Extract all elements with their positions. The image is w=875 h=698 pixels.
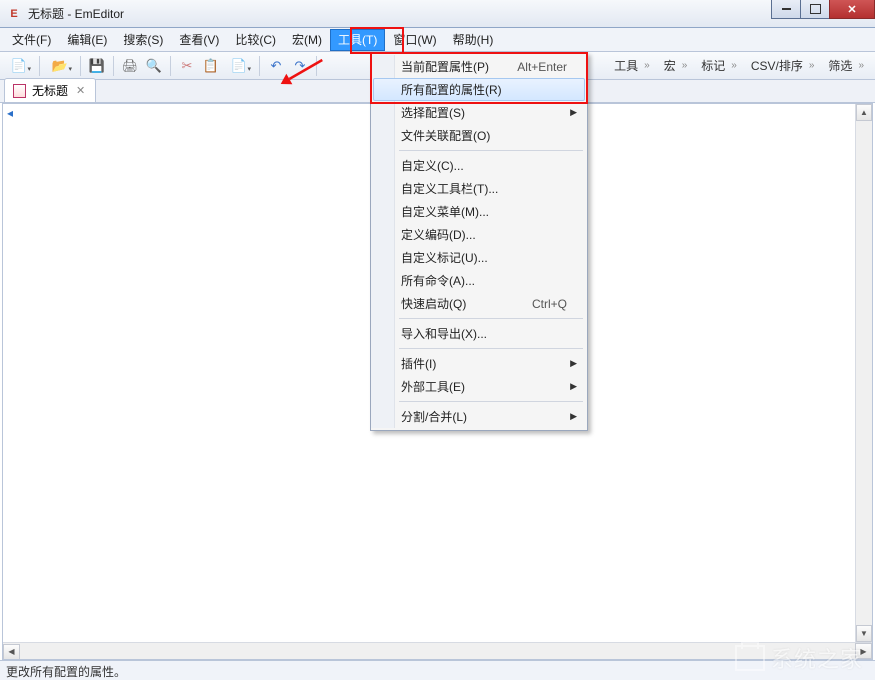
menu-item[interactable]: 文件关联配置(O) xyxy=(373,124,585,147)
menu-compare[interactable]: 比较(C) xyxy=(227,29,284,51)
menu-help[interactable]: 帮助(H) xyxy=(445,29,502,51)
close-button[interactable] xyxy=(829,0,875,19)
menu-macro[interactable]: 宏(M) xyxy=(284,29,330,51)
menu-item-shortcut: Ctrl+Q xyxy=(532,297,567,311)
menu-item-label: 选择配置(S) xyxy=(401,104,465,121)
print-preview-button[interactable]: 🔍 xyxy=(143,55,165,77)
menu-item[interactable]: 自定义工具栏(T)... xyxy=(373,177,585,200)
minimize-button[interactable] xyxy=(771,0,801,19)
menu-item[interactable]: 当前配置属性(P) Alt+Enter xyxy=(373,55,585,78)
toolbar-tools-label[interactable]: 工具 xyxy=(607,54,657,77)
menu-separator xyxy=(399,401,583,402)
menu-bar: 文件(F) 编辑(E) 搜索(S) 查看(V) 比较(C) 宏(M) 工具(T)… xyxy=(0,28,875,52)
menu-separator xyxy=(399,318,583,319)
menu-item[interactable]: 选择配置(S) ▶ xyxy=(373,101,585,124)
copy-button[interactable]: 📋 xyxy=(200,55,222,77)
window-controls xyxy=(772,0,875,19)
menu-item-label: 自定义工具栏(T)... xyxy=(401,180,498,197)
toolbar-separator xyxy=(316,56,317,76)
maximize-button[interactable] xyxy=(800,0,830,19)
watermark-text: 系统之家 xyxy=(771,642,863,674)
scroll-up-button[interactable]: ▲ xyxy=(856,104,872,121)
toolbar-right: 工具 宏 标记 CSV/排序 筛选 xyxy=(607,54,871,77)
menu-item-label: 所有配置的属性(R) xyxy=(401,81,502,98)
menu-item[interactable]: 自定义菜单(M)... xyxy=(373,200,585,223)
menu-item-label: 自定义菜单(M)... xyxy=(401,203,489,220)
document-icon xyxy=(13,84,26,98)
menu-item[interactable]: 导入和导出(X)... xyxy=(373,322,585,345)
menu-item-label: 当前配置属性(P) xyxy=(401,58,489,75)
toolbar-separator xyxy=(80,56,81,76)
submenu-arrow-icon: ▶ xyxy=(570,411,577,422)
app-icon: E xyxy=(6,6,22,22)
menu-item[interactable]: 外部工具(E) ▶ xyxy=(373,375,585,398)
vertical-scrollbar[interactable]: ▲ ▼ xyxy=(855,104,872,642)
tab-label: 无标题 xyxy=(32,82,68,99)
submenu-arrow-icon: ▶ xyxy=(570,381,577,392)
window-title: 无标题 - EmEditor xyxy=(28,5,124,22)
toolbar-separator xyxy=(39,56,40,76)
menu-item-label: 导入和导出(X)... xyxy=(401,325,487,342)
menu-file[interactable]: 文件(F) xyxy=(4,29,59,51)
menu-item[interactable]: 自定义(C)... xyxy=(373,154,585,177)
menu-item-shortcut: Alt+Enter xyxy=(517,60,567,74)
scroll-left-button[interactable]: ◀ xyxy=(3,644,20,660)
title-bar: E 无标题 - EmEditor xyxy=(0,0,875,28)
redo-button[interactable]: ↷ xyxy=(289,55,311,77)
new-button[interactable]: 📄 xyxy=(4,55,34,77)
menu-item-label: 快速启动(Q) xyxy=(401,295,466,312)
menu-item[interactable]: 快速启动(Q) Ctrl+Q xyxy=(373,292,585,315)
eof-marker: ◂ xyxy=(7,106,13,120)
menu-item-label: 外部工具(E) xyxy=(401,378,465,395)
menu-edit[interactable]: 编辑(E) xyxy=(59,29,115,51)
toolbar-separator xyxy=(259,56,260,76)
menu-item[interactable]: 所有配置的属性(R) xyxy=(373,78,585,101)
menu-item[interactable]: 定义编码(D)... xyxy=(373,223,585,246)
status-text: 更改所有配置的属性。 xyxy=(6,665,126,679)
toolbar-macro-label[interactable]: 宏 xyxy=(657,54,695,77)
menu-item[interactable]: 自定义标记(U)... xyxy=(373,246,585,269)
menu-item-label: 所有命令(A)... xyxy=(401,272,475,289)
submenu-arrow-icon: ▶ xyxy=(570,358,577,369)
submenu-arrow-icon: ▶ xyxy=(570,107,577,118)
watermark: 系统之家 xyxy=(735,642,863,674)
menu-item-label: 插件(I) xyxy=(401,355,436,372)
menu-separator xyxy=(399,150,583,151)
undo-button[interactable]: ↶ xyxy=(265,55,287,77)
scroll-down-button[interactable]: ▼ xyxy=(856,625,872,642)
menu-tools[interactable]: 工具(T) xyxy=(330,29,385,51)
cut-button[interactable]: ✂ xyxy=(176,55,198,77)
menu-item-label: 定义编码(D)... xyxy=(401,226,476,243)
menu-search[interactable]: 搜索(S) xyxy=(115,29,171,51)
toolbar-csv-label[interactable]: CSV/排序 xyxy=(744,54,822,77)
menu-item-label: 文件关联配置(O) xyxy=(401,127,490,144)
print-button[interactable]: 🖨 xyxy=(119,55,141,77)
toolbar-mark-label[interactable]: 标记 xyxy=(694,54,744,77)
menu-item-label: 自定义标记(U)... xyxy=(401,249,488,266)
document-tab[interactable]: 无标题 ✕ xyxy=(4,78,96,102)
watermark-icon xyxy=(735,645,765,671)
menu-separator xyxy=(399,348,583,349)
tab-close-icon[interactable]: ✕ xyxy=(74,84,87,97)
menu-item[interactable]: 所有命令(A)... xyxy=(373,269,585,292)
save-button[interactable]: 💾 xyxy=(86,55,108,77)
menu-item[interactable]: 插件(I) ▶ xyxy=(373,352,585,375)
toolbar-separator xyxy=(170,56,171,76)
menu-item[interactable]: 分割/合并(L) ▶ xyxy=(373,405,585,428)
toolbar-separator xyxy=(113,56,114,76)
menu-view[interactable]: 查看(V) xyxy=(171,29,227,51)
menu-item-label: 自定义(C)... xyxy=(401,157,464,174)
paste-button[interactable]: 📄 xyxy=(224,55,254,77)
menu-window[interactable]: 窗口(W) xyxy=(385,29,444,51)
open-button[interactable]: 📂 xyxy=(45,55,75,77)
tools-dropdown-menu: 当前配置属性(P) Alt+Enter 所有配置的属性(R) 选择配置(S) ▶ 文件关联… xyxy=(370,52,588,431)
toolbar-filter-label[interactable]: 筛选 xyxy=(821,54,871,77)
menu-item-label: 分割/合并(L) xyxy=(401,408,467,425)
